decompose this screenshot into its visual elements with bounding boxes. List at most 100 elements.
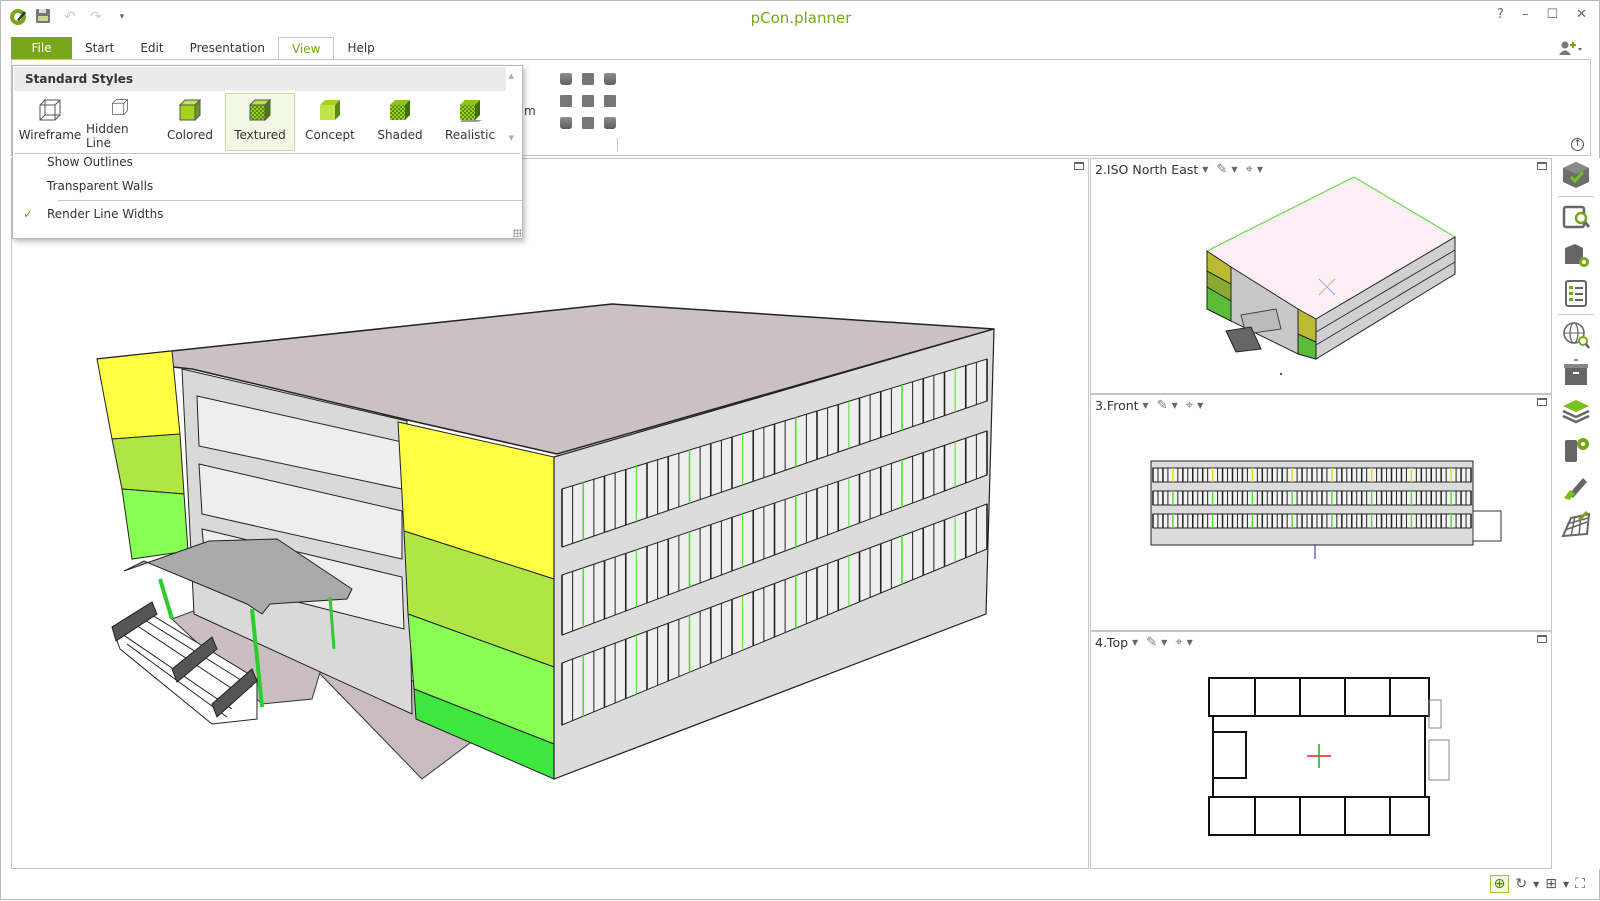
tab-presentation[interactable]: Presentation [177, 37, 278, 60]
gallery-scroll-up[interactable]: ▲ [509, 72, 514, 80]
chevron-down-icon[interactable]: ▼ [1187, 638, 1193, 647]
option-show-outlines[interactable]: Show Outlines [47, 155, 133, 169]
fullscreen-icon[interactable]: ⛶ [1575, 876, 1585, 892]
view-bottom-left-button[interactable] [560, 117, 572, 129]
shaded-cube-icon [390, 100, 410, 120]
chevron-down-icon[interactable]: ▼ [1231, 165, 1237, 174]
wing-left-panel-mid [111, 433, 185, 495]
tab-file[interactable]: File [11, 37, 72, 60]
layers-icon[interactable] [1559, 394, 1593, 428]
rotate-icon[interactable]: ↻ [1515, 876, 1527, 892]
main-3d-viewport[interactable] [11, 158, 1089, 869]
wing-left-panel-top [96, 350, 181, 440]
viewport-header: 4.Top ▼ ✎ ▼ ⌖ ▼ [1095, 635, 1197, 650]
layout-icon[interactable]: ⊞ [1545, 876, 1557, 892]
chevron-down-icon[interactable]: ▼ [1197, 401, 1203, 410]
search-catalog-icon[interactable] [1559, 200, 1593, 234]
tab-edit[interactable]: Edit [127, 37, 176, 60]
wireframe-cube-icon [39, 99, 61, 121]
maximize-viewport-icon[interactable] [1074, 162, 1084, 170]
realistic-cube-icon [460, 100, 482, 122]
add-user-button[interactable] [1559, 41, 1583, 59]
floor-plan-render [1208, 677, 1450, 836]
style-concept[interactable]: Concept [295, 93, 365, 151]
article-list-icon[interactable] [1559, 276, 1593, 310]
view-left-button[interactable] [560, 95, 572, 107]
tab-view[interactable]: View [277, 37, 335, 60]
collapse-ribbon-icon[interactable]: ↑ [1571, 138, 1584, 151]
view-right-button[interactable] [604, 95, 616, 107]
style-gallery: Wireframe Hidden Line Colored Textured C… [15, 93, 505, 151]
view-top-left-button[interactable] [560, 73, 572, 85]
style-colored[interactable]: Colored [155, 93, 225, 151]
article-settings-icon[interactable] [1559, 238, 1593, 272]
tab-start[interactable]: Start [72, 37, 127, 60]
viewport-front[interactable]: 3.Front ▼ ✎ ▼ ⌖ ▼ [1090, 394, 1552, 631]
style-wireframe[interactable]: Wireframe [15, 93, 85, 151]
maximize-button[interactable]: ☐ [1546, 7, 1558, 22]
chevron-down-icon[interactable]: ▼ [1563, 880, 1569, 889]
gallery-scroll-down[interactable]: ▼ [509, 134, 514, 142]
ribbon-tabs: File Start Edit Presentation View Help [11, 37, 388, 60]
maximize-viewport-icon[interactable] [1537, 162, 1547, 170]
chevron-down-icon[interactable]: ▼ [1132, 638, 1138, 647]
style-label: Concept [305, 128, 355, 142]
option-transparent-walls[interactable]: Transparent Walls [47, 179, 153, 193]
crosshair-icon[interactable]: ⌖ [1175, 635, 1182, 650]
close-button[interactable]: ✕ [1576, 7, 1587, 22]
pen-style-icon[interactable]: ✎ [1216, 162, 1227, 177]
crosshair-icon[interactable]: ⌖ [1186, 398, 1193, 413]
viewport-title[interactable]: 3.Front [1095, 398, 1139, 413]
pan-icon[interactable]: ⊕ [1489, 875, 1510, 893]
chevron-down-icon[interactable]: ▼ [1172, 401, 1178, 410]
view-direction-grid [555, 68, 621, 134]
view-bottom-right-button[interactable] [604, 117, 616, 129]
chevron-down-icon[interactable]: ▼ [1202, 165, 1208, 174]
viewport-title[interactable]: 4.Top [1095, 635, 1128, 650]
terrain-icon[interactable] [1559, 508, 1593, 542]
catalog-3d-icon[interactable] [1559, 158, 1593, 192]
tab-help[interactable]: Help [334, 37, 387, 60]
maximize-viewport-icon[interactable] [1537, 635, 1547, 643]
view-front-button[interactable] [582, 95, 594, 107]
pcon-planner-window: ↶ ↷ ▾ pCon.planner ? – ☐ ✕ File Start Ed… [0, 0, 1600, 900]
chevron-down-icon[interactable]: ▼ [1143, 401, 1149, 410]
colored-cube-icon [178, 98, 202, 122]
style-realistic[interactable]: Realistic [435, 93, 505, 151]
maximize-viewport-icon[interactable] [1537, 398, 1547, 406]
viewport-top[interactable]: 4.Top ▼ ✎ ▼ ⌖ ▼ [1090, 631, 1552, 869]
style-hidden-line[interactable]: Hidden Line [85, 93, 155, 151]
front-elevation-render [1150, 460, 1502, 559]
viewport-header: 2.ISO North East ▼ ✎ ▼ ⌖ ▼ [1095, 162, 1267, 177]
view-top-right-button[interactable] [604, 73, 616, 85]
ribbon-divider [617, 138, 618, 152]
option-render-line-widths[interactable]: Render Line Widths [47, 207, 163, 221]
pen-style-icon[interactable]: ✎ [1146, 635, 1157, 650]
style-label: Hidden Line [86, 122, 129, 150]
style-textured[interactable]: Textured [225, 93, 295, 151]
style-label: Realistic [444, 128, 496, 142]
pen-style-icon[interactable]: ✎ [1157, 398, 1168, 413]
chevron-down-icon[interactable]: ▼ [1161, 638, 1167, 647]
layer-settings-icon[interactable] [1559, 432, 1593, 466]
add-user-icon [1559, 41, 1583, 59]
help-button[interactable]: ? [1497, 7, 1504, 22]
pen-icon[interactable] [1559, 470, 1593, 504]
resize-grip[interactable] [513, 229, 521, 237]
app-title: pCon.planner [750, 9, 852, 27]
web-search-icon[interactable] [1559, 318, 1593, 352]
view-top-button[interactable] [582, 73, 594, 85]
checkmark-icon: ✓ [23, 207, 34, 221]
view-bottom-button[interactable] [582, 117, 594, 129]
ribbon-button-label-partial: m [524, 104, 536, 118]
crosshair-icon[interactable]: ⌖ [1245, 162, 1252, 177]
style-shaded[interactable]: Shaded [365, 93, 435, 151]
toolbar-divider [1558, 196, 1594, 197]
minimize-button[interactable]: – [1522, 7, 1529, 22]
viewport-title[interactable]: 2.ISO North East [1095, 162, 1198, 177]
chevron-down-icon[interactable]: ▼ [1257, 165, 1263, 174]
archive-icon[interactable] [1559, 356, 1593, 390]
viewport-iso-north-east[interactable]: 2.ISO North East ▼ ✎ ▼ ⌖ ▼ [1090, 158, 1552, 394]
chevron-down-icon[interactable]: ▼ [1533, 880, 1539, 889]
right-side-toolbar [1554, 158, 1600, 869]
